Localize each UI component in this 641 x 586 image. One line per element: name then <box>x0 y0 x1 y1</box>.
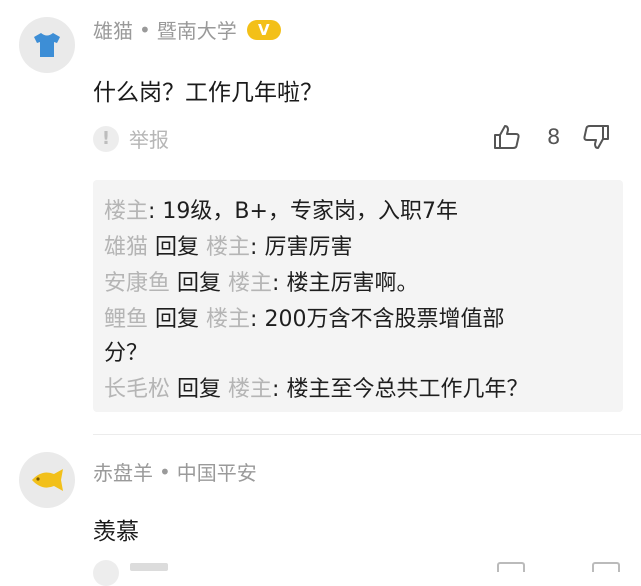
reply-author[interactable]: 鲤鱼 <box>104 307 148 332</box>
reply-target[interactable]: 楼主 <box>228 271 272 296</box>
reply-item[interactable]: 楼主: 19级，B+，专家岗，入职7年 <box>104 193 458 225</box>
organization: 暨南大学 <box>156 19 237 43</box>
reply-text: : 19级，B+，专家岗，入职7年 <box>148 199 458 224</box>
separator: • <box>139 17 151 42</box>
username[interactable]: 雄猫 <box>93 15 133 44</box>
reply-item[interactable]: 安康鱼 回复 楼主: 楼主厉害啊。 <box>104 265 418 297</box>
reply-text: : 楼主厉害啊。 <box>272 271 419 296</box>
avatar[interactable] <box>19 17 75 73</box>
divider <box>93 434 641 435</box>
report-icon: ! <box>93 125 119 152</box>
like-count: 8 <box>547 125 561 149</box>
comment-text: 羡慕 <box>93 519 139 545</box>
fish-icon <box>32 469 63 491</box>
comment-text: 什么岗？工作几年啦？ <box>93 80 323 106</box>
reply-target[interactable]: 楼主 <box>206 235 250 260</box>
reply-verb: 回复 <box>177 377 222 402</box>
reply-target[interactable]: 楼主 <box>228 377 272 402</box>
reply-item[interactable]: 长毛松 回复 楼主: 楼主至今总共工作几年？ <box>104 371 528 403</box>
reply-list: 楼主: 19级，B+，专家岗，入职7年 雄猫 回复 楼主: 厉害厉害 安康鱼 回… <box>93 180 623 412</box>
username[interactable]: 赤盘羊 <box>93 457 153 486</box>
reply-text: : 厉害厉害 <box>250 235 353 260</box>
avatar[interactable] <box>19 452 75 508</box>
verified-badge: V <box>246 19 281 40</box>
reply-author[interactable]: 长毛松 <box>104 377 170 402</box>
organization: 中国平安 <box>176 461 257 485</box>
thumbs-up-icon[interactable] <box>497 562 525 572</box>
report-label: 举报 <box>129 128 169 152</box>
thumbs-up-icon[interactable] <box>493 124 521 150</box>
reply-verb: 回复 <box>155 235 200 260</box>
thumbs-down-icon[interactable] <box>592 562 620 572</box>
reply-author[interactable]: 安康鱼 <box>104 271 170 296</box>
reply-author[interactable]: 楼主 <box>104 199 148 224</box>
tshirt-icon <box>34 33 60 57</box>
like-area: 8 <box>493 124 610 150</box>
reply-item[interactable]: 鲤鱼 回复 楼主: 200万含不含股票增值部 <box>104 301 504 333</box>
reply-author[interactable]: 雄猫 <box>104 235 148 260</box>
reply-text: : 楼主至今总共工作几年？ <box>272 377 529 402</box>
comment-author-line: 雄猫 • 暨南大学 V <box>93 15 281 44</box>
reply-item[interactable]: 雄猫 回复 楼主: 厉害厉害 <box>104 229 352 261</box>
reply-verb: 回复 <box>177 271 222 296</box>
reply-text: : 200万含不含股票增值部 <box>250 307 505 332</box>
comment-author-line: 赤盘羊 • 中国平安 <box>93 457 257 486</box>
separator: • <box>159 459 171 484</box>
reply-text-continued: 分？ <box>104 341 149 366</box>
reply-target[interactable]: 楼主 <box>206 307 250 332</box>
thumbs-down-icon[interactable] <box>582 124 610 150</box>
report-button[interactable]: ! 举报 <box>93 124 169 153</box>
reply-verb: 回复 <box>155 307 200 332</box>
report-icon[interactable] <box>93 560 119 586</box>
